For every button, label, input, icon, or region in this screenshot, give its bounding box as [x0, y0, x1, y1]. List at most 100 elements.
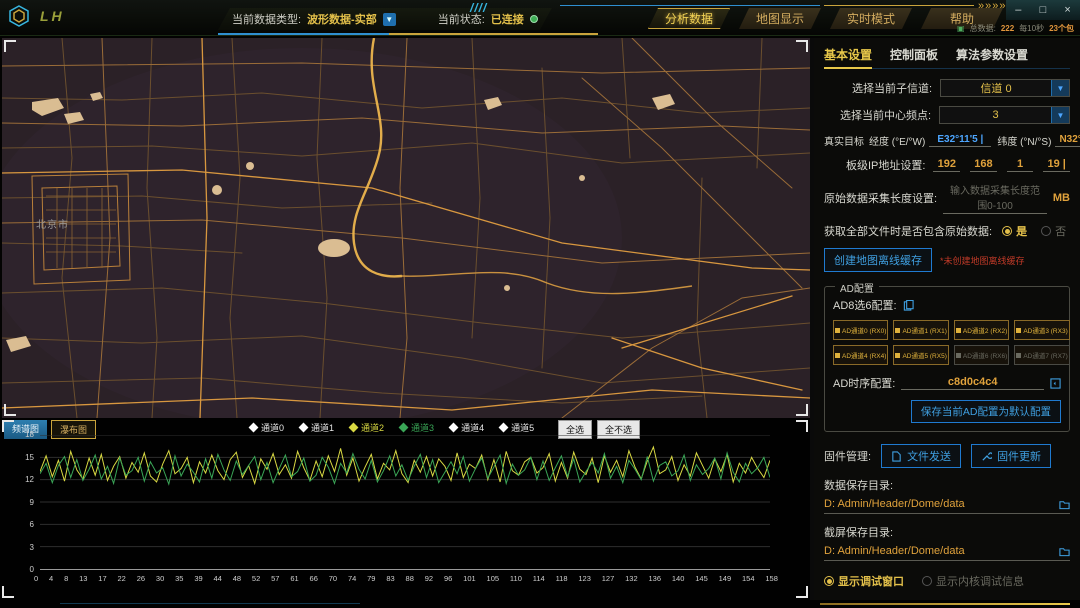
- ad-timing-label: AD时序配置:: [833, 375, 895, 391]
- settings-tab[interactable]: 控制面板: [890, 46, 938, 63]
- ad-channel-label: AD通道0 (RX0): [842, 325, 886, 335]
- firmware-update-button[interactable]: 固件更新: [971, 444, 1051, 468]
- minimize-button[interactable]: –: [1009, 4, 1027, 16]
- data-type-dropdown-icon[interactable]: ▼: [383, 13, 396, 26]
- legend-item[interactable]: 通道1: [300, 421, 334, 434]
- freq-select-value: 3: [940, 109, 1051, 121]
- radio-unselected-icon: [1041, 226, 1051, 236]
- header-bar: LH 当前数据类型: 波形数据-实部 ▼ 当前状态: 已连接 //// »»»»…: [0, 0, 1080, 36]
- x-tick-label: 118: [556, 574, 568, 583]
- settings-tab[interactable]: 基本设置: [824, 46, 872, 63]
- target-row: 真实目标 经度 (°E/°W) E32°11'5 | 纬度 (°N/°S) N3…: [824, 133, 1070, 148]
- screenshot-dir-row[interactable]: D: Admin/Header/Dome/data: [824, 543, 1070, 561]
- x-tick-label: 35: [175, 574, 183, 583]
- ip-octet-input[interactable]: 192: [933, 158, 960, 172]
- bottom-strip: [0, 600, 1080, 608]
- stats-total-value: 222: [1001, 24, 1014, 33]
- raw-length-unit: MB: [1053, 192, 1070, 204]
- stats-total-label: 总数据:: [970, 23, 996, 34]
- x-tick-label: 39: [194, 574, 202, 583]
- status-value: 已连接: [491, 11, 524, 27]
- legend-label: 通道5: [511, 421, 534, 434]
- maximize-button[interactable]: □: [1034, 4, 1052, 16]
- ip-octet-input[interactable]: 19 |: [1043, 158, 1070, 172]
- channel-select-value: 信道 0: [941, 80, 1051, 96]
- x-tick-label: 88: [406, 574, 414, 583]
- raw-length-input[interactable]: 输入数据采集长度范围0-100: [943, 182, 1047, 214]
- ip-octet-input[interactable]: 168: [970, 158, 997, 172]
- create-offline-map-button[interactable]: 创建地图离线缓存: [824, 248, 932, 272]
- chevron-down-icon: ▼: [1051, 80, 1069, 96]
- radio-selected-icon: [1002, 226, 1012, 236]
- ad-channel-label: AD通道1 (RX1): [902, 325, 946, 335]
- map-roads: [2, 38, 810, 418]
- data-type-value: 波形数据-实部: [307, 11, 377, 27]
- ad-channel-button[interactable]: AD通道1 (RX1): [893, 320, 948, 340]
- channel-select[interactable]: 信道 0 ▼: [940, 79, 1070, 97]
- bottom-deco-blue: [60, 603, 360, 604]
- ad-channel-button[interactable]: AD通道5 (RX5): [893, 345, 948, 365]
- lon-input[interactable]: E32°11'5 |: [929, 134, 991, 147]
- channel-square-icon: [1016, 353, 1021, 358]
- ad-timing-input[interactable]: c8d0c4c4: [901, 376, 1044, 390]
- nav-button[interactable]: 分析数据: [648, 8, 730, 29]
- close-button[interactable]: ×: [1059, 4, 1077, 16]
- folder-icon[interactable]: [1059, 499, 1070, 510]
- y-tick-label: 0: [2, 565, 34, 574]
- x-tick-label: 96: [444, 574, 452, 583]
- ad-channel-button[interactable]: AD通道3 (RX3): [1014, 320, 1069, 340]
- lat-input[interactable]: N32°11'5.56": [1055, 134, 1080, 147]
- x-tick-label: 132: [625, 574, 638, 583]
- x-tick-label: 140: [672, 574, 685, 583]
- y-tick-label: 12: [2, 475, 34, 484]
- file-send-button[interactable]: 文件发送: [881, 444, 961, 468]
- save-ad-config-button[interactable]: 保存当前AD配置为默认配置: [911, 400, 1061, 423]
- header-underline: [218, 33, 598, 35]
- ad-group-title: AD配置: [835, 280, 879, 295]
- ip-segments: 192 168 1 19 |: [933, 158, 1070, 172]
- header-stats: ▣ 总数据: 222 每10秒 23个包: [957, 23, 1074, 34]
- legend-item[interactable]: 通道5: [500, 421, 534, 434]
- data-type-label: 当前数据类型:: [232, 11, 301, 27]
- folder-icon[interactable]: [1059, 546, 1070, 557]
- y-tick-label: 6: [2, 520, 34, 529]
- radio-no[interactable]: 否: [1041, 223, 1066, 239]
- plot-area[interactable]: [40, 435, 770, 570]
- freq-label: 选择当前中心频点:: [840, 107, 931, 123]
- legend-diamond-icon: [499, 423, 509, 433]
- legend-item[interactable]: 通道0: [250, 421, 284, 434]
- legend-item[interactable]: 通道3: [400, 421, 434, 434]
- map-corner-bracket: [4, 404, 16, 416]
- clipboard-icon[interactable]: [903, 300, 914, 311]
- map-city-label: 北京市: [36, 216, 69, 231]
- ad-channel-button[interactable]: AD通道0 (RX0): [833, 320, 888, 340]
- debug-window-radio[interactable]: 显示调试窗口: [824, 573, 904, 589]
- nav-button[interactable]: 实时模式: [830, 8, 912, 29]
- ad-select-row: AD8选6配置:: [833, 297, 1061, 313]
- ip-octet-input[interactable]: 1: [1007, 158, 1034, 172]
- radio-yes[interactable]: 是: [1002, 223, 1027, 239]
- ad-channel-label: AD通道6 (RX6): [963, 350, 1007, 360]
- x-tick-label: 0: [34, 574, 38, 583]
- legend-item[interactable]: 通道2: [350, 421, 384, 434]
- x-tick-label: 52: [252, 574, 260, 583]
- file-icon: [891, 451, 902, 462]
- chevron-down-icon: ▼: [1051, 107, 1069, 123]
- ad-channel-button[interactable]: AD通道7 (RX7): [1014, 345, 1069, 365]
- legend-item[interactable]: 通道4: [450, 421, 484, 434]
- ad-channel-button[interactable]: AD通道2 (RX2): [954, 320, 1009, 340]
- refresh-icon[interactable]: [1050, 378, 1061, 389]
- x-tick-label: 48: [233, 574, 241, 583]
- settings-tab[interactable]: 算法参数设置: [956, 46, 1028, 63]
- ad-channel-button[interactable]: AD通道4 (RX4): [833, 345, 888, 365]
- data-dir-row[interactable]: D: Admin/Header/Dome/data: [824, 496, 1070, 514]
- ad-channel-grid: AD通道0 (RX0)AD通道1 (RX1)AD通道2 (RX2)AD通道3 (…: [833, 320, 1061, 365]
- bottom-deco-yellow: [820, 603, 1070, 605]
- nav-button[interactable]: 地图显示: [739, 8, 821, 29]
- freq-select[interactable]: 3 ▼: [939, 106, 1070, 124]
- debug-row: 显示调试窗口 显示内核调试信息: [824, 573, 1070, 589]
- kernel-debug-radio[interactable]: 显示内核调试信息: [922, 573, 1024, 589]
- ad-channel-button[interactable]: AD通道6 (RX6): [954, 345, 1009, 365]
- legend-label: 通道3: [411, 421, 434, 434]
- map-view[interactable]: 北京市: [2, 38, 810, 418]
